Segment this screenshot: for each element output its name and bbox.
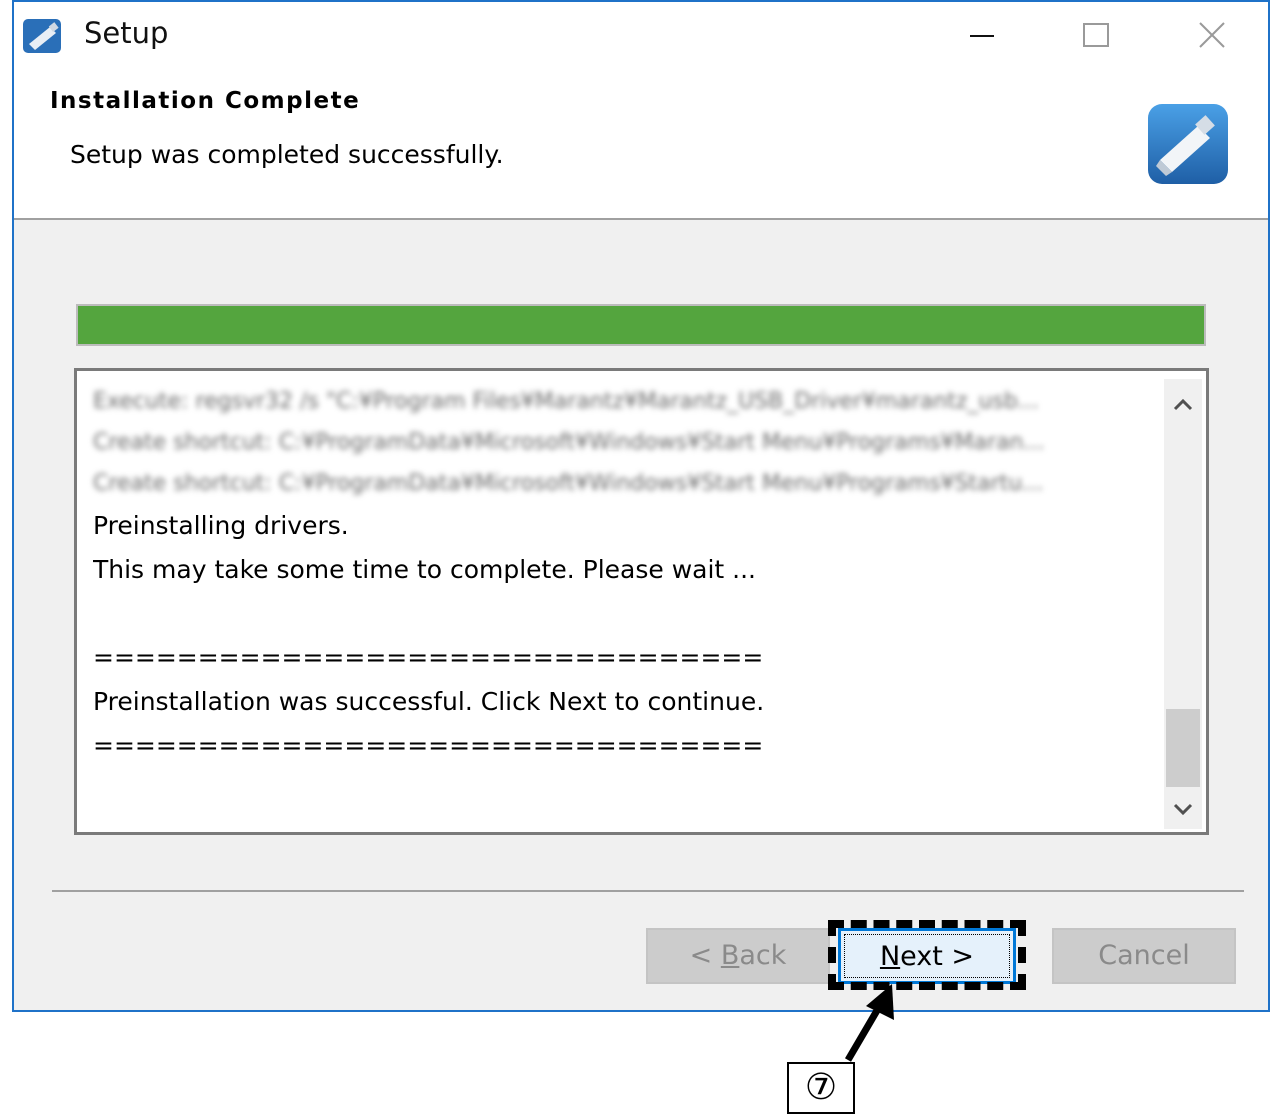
usb-drive-icon [23,19,61,53]
back-label-mnemonic: B [720,940,740,971]
log-line: ================================ [93,643,764,672]
back-label-rest: ack [739,940,787,971]
focus-ring [844,934,1010,978]
next-button[interactable]: Next > [838,928,1016,984]
log-lines: Execute: regsvr32 /s "C:¥Program Files¥M… [93,381,1153,768]
maximize-icon[interactable] [1068,12,1124,58]
divider [52,890,1244,892]
setup-window: Setup Installation Complete Setup was co… [12,0,1270,1012]
chevron-up-icon[interactable] [1164,383,1202,423]
log-line: Create shortcut: C:¥ProgramData¥Microsof… [93,471,1044,496]
chevron-down-icon[interactable] [1164,789,1202,829]
cancel-button[interactable]: Cancel [1052,928,1236,984]
log-line: This may take some time to complete. Ple… [93,555,757,584]
minimize-icon[interactable] [954,12,1010,58]
log-line: Create shortcut: C:¥ProgramData¥Microsof… [93,430,1045,455]
log-line: Preinstallation was successful. Click Ne… [93,687,765,716]
usb-drive-logo-icon [1148,104,1228,184]
pointer-arrow-icon [844,984,894,1062]
log-line-blank [93,592,1153,636]
page-title: Installation Complete [50,88,361,114]
back-button[interactable]: < Back [646,928,830,984]
close-icon[interactable] [1184,12,1240,58]
log-line: ================================ [93,731,764,760]
page-subtitle: Setup was completed successfully. [70,140,504,169]
window-title: Setup [84,16,169,50]
scrollbar-thumb[interactable] [1166,709,1200,787]
log-line: Preinstalling drivers. [93,511,349,540]
wizard-body: Execute: regsvr32 /s "C:¥Program Files¥M… [14,220,1268,1010]
wizard-header: Installation Complete Setup was complete… [14,68,1268,220]
progress-fill [78,306,1204,344]
step-number-badge: ⑦ [787,1062,855,1114]
log-scrollbar[interactable] [1164,379,1202,829]
title-bar[interactable]: Setup [14,2,1268,68]
back-label-prefix: < [689,940,721,971]
progress-bar [76,304,1206,346]
log-line: Execute: regsvr32 /s "C:¥Program Files¥M… [93,389,1039,414]
install-log[interactable]: Execute: regsvr32 /s "C:¥Program Files¥M… [74,368,1209,835]
